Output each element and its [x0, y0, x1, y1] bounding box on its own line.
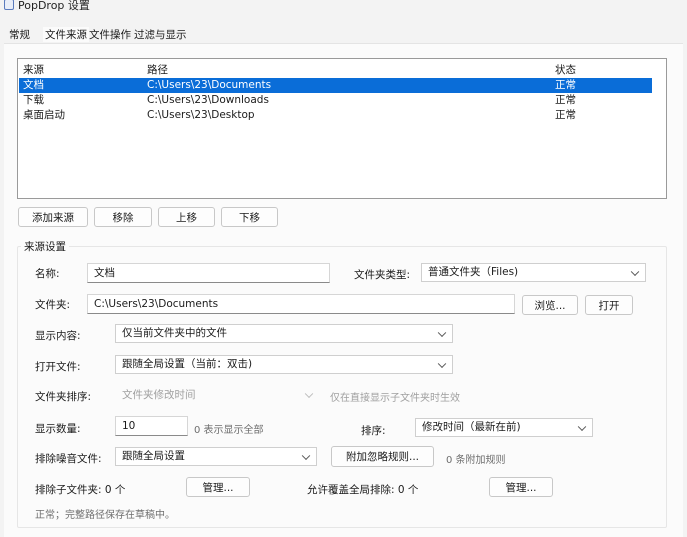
title-bar [0, 0, 687, 14]
ignore-rules-hint: 0 条附加规则 [446, 455, 506, 466]
display-count-hint: 0 表示显示全部 [194, 425, 264, 436]
folder-sort-select[interactable]: 文件夹修改时间 [115, 386, 320, 404]
sort-label: 排序: [361, 425, 386, 437]
row-source: 文档 [23, 79, 44, 91]
row-status: 正常 [555, 94, 576, 106]
chevron-down-icon [577, 422, 587, 431]
row-path: C:\Users\23\Desktop [147, 109, 255, 121]
folder-label: 文件夹: [35, 299, 71, 311]
tab-file-sources[interactable]: 文件来源 [43, 27, 89, 42]
open-file-select[interactable]: 跟随全局设置（当前：双击) [115, 355, 453, 374]
exclude-noise-value: 跟随全局设置 [122, 450, 185, 462]
column-header-status[interactable]: 状态 [555, 63, 576, 78]
list-row[interactable]: 下载 C:\Users\23\Downloads 正常 [19, 93, 652, 108]
row-source: 桌面启动 [23, 109, 65, 121]
sort-value: 修改时间（最新在前) [422, 421, 521, 433]
row-status: 正常 [555, 79, 576, 91]
display-content-value: 仅当前文件夹中的文件 [122, 327, 227, 339]
row-status: 正常 [555, 109, 576, 121]
manage-override-button[interactable]: 管理... [489, 477, 553, 497]
move-down-button[interactable]: 下移 [221, 207, 278, 227]
row-path: C:\Users\23\Documents [147, 79, 272, 91]
folder-sort-hint: 仅在直接显示子文件夹时生效 [330, 393, 460, 404]
move-up-button[interactable]: 上移 [158, 207, 215, 227]
name-label: 名称: [35, 268, 60, 280]
list-header: 来源 路径 状态 [19, 63, 652, 78]
display-content-label: 显示内容: [35, 330, 81, 342]
tab-general[interactable]: 常规 [9, 27, 30, 42]
display-count-label: 显示数量: [35, 423, 81, 435]
exclude-noise-select[interactable]: 跟随全局设置 [115, 447, 317, 466]
app-icon [4, 0, 14, 10]
open-file-value: 跟随全局设置（当前：双击) [122, 358, 253, 370]
name-input[interactable]: 文档 [87, 263, 330, 283]
source-list[interactable]: 来源 路径 状态 文档 C:\Users\23\Documents 正常 下载 … [17, 58, 667, 199]
exclude-noise-label: 排除噪音文件: [35, 453, 102, 465]
chevron-down-icon [630, 267, 640, 276]
add-source-button[interactable]: 添加来源 [18, 207, 88, 227]
remove-button[interactable]: 移除 [94, 207, 152, 227]
open-folder-button[interactable]: 打开 [585, 295, 633, 315]
list-row[interactable]: 桌面启动 C:\Users\23\Desktop 正常 [19, 108, 652, 123]
row-path: C:\Users\23\Downloads [147, 94, 269, 106]
tab-filter-display[interactable]: 过滤与显示 [134, 27, 187, 42]
chevron-down-icon [437, 328, 447, 337]
folder-type-value: 普通文件夹（Files) [428, 266, 519, 278]
group-title: 来源设置 [21, 239, 69, 254]
folder-sort-value: 文件夹修改时间 [122, 389, 196, 401]
folder-type-label: 文件夹类型: [354, 269, 411, 281]
open-file-label: 打开文件: [35, 361, 81, 373]
display-count-input[interactable]: 10 [115, 416, 188, 436]
chevron-down-icon [437, 359, 447, 368]
window-title: PopDrop 设置 [18, 0, 90, 12]
folder-sort-label: 文件夹排序: [35, 391, 92, 403]
sort-select[interactable]: 修改时间（最新在前) [415, 418, 593, 437]
chevron-down-icon [304, 389, 314, 399]
extra-ignore-rules-button[interactable]: 附加忽略规则... [331, 446, 434, 467]
exclude-subfolders-label: 排除子文件夹: 0 个 [35, 484, 126, 496]
allow-override-label: 允许覆盖全局排除: 0 个 [307, 484, 419, 496]
list-row[interactable]: 文档 C:\Users\23\Documents 正常 [19, 78, 652, 93]
column-header-source[interactable]: 来源 [23, 63, 44, 78]
display-content-select[interactable]: 仅当前文件夹中的文件 [115, 324, 453, 343]
column-header-path[interactable]: 路径 [147, 63, 168, 78]
row-source: 下载 [23, 94, 44, 106]
tab-file-actions[interactable]: 文件操作 [89, 27, 131, 42]
chevron-down-icon [301, 451, 311, 460]
folder-path-input[interactable]: C:\Users\23\Documents [87, 294, 515, 314]
browse-button[interactable]: 浏览... [522, 295, 578, 315]
status-text: 正常；完整路径保存在草稿中。 [35, 510, 175, 521]
manage-excluded-subfolders-button[interactable]: 管理... [186, 477, 250, 497]
folder-type-select[interactable]: 普通文件夹（Files) [421, 263, 646, 282]
